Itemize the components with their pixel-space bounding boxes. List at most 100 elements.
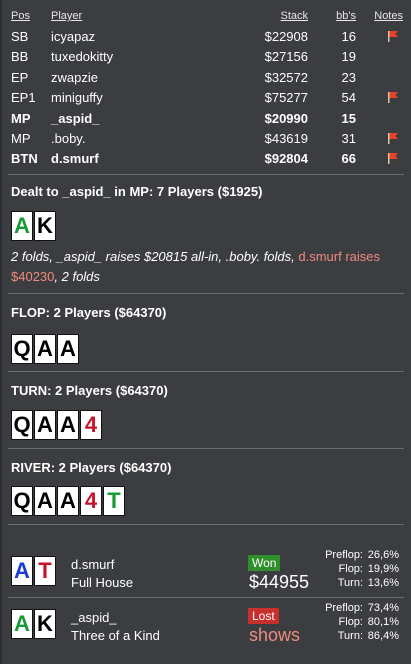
divider xyxy=(8,448,404,449)
equity-value: 73,4% xyxy=(367,602,399,614)
equity-label: Preflop: xyxy=(325,549,363,561)
player-pos: SB xyxy=(11,29,29,44)
actions-text-end: , 2 folds xyxy=(54,269,100,284)
divider xyxy=(8,293,404,294)
flop-title: FLOP: 2 Players ($64370) xyxy=(11,305,167,320)
equity-label: Turn: xyxy=(337,630,363,642)
result-cards: AT xyxy=(11,556,57,586)
result-row: AT d.smurf Full House Won $44955 Preflop… xyxy=(0,548,411,600)
player-name: .boby. xyxy=(51,131,86,146)
equity-stats: Preflop: 26,6% Flop: 19,9% Turn: 13,6% xyxy=(279,548,399,590)
playing-card: A xyxy=(57,334,79,364)
preflop-actions: 2 folds, _aspid_ raises $20815 all-in, .… xyxy=(11,247,401,287)
player-bbs: 19 xyxy=(341,49,356,65)
equity-value: 13,6% xyxy=(367,577,399,589)
player-row[interactable]: BTN d.smurf $92804 66 xyxy=(0,148,411,168)
player-name: _aspid_ xyxy=(51,110,100,126)
flag-icon[interactable] xyxy=(387,132,399,144)
player-row[interactable]: SB icyapaz $22908 16 xyxy=(0,26,411,46)
playing-card: Q xyxy=(11,410,33,440)
won-badge: Won xyxy=(248,555,281,571)
playing-card: Q xyxy=(11,486,33,516)
player-pos: EP xyxy=(11,69,29,85)
divider xyxy=(8,174,404,175)
result-player: _aspid_ xyxy=(71,610,117,625)
player-stack: $27156 xyxy=(264,49,308,65)
playing-card: A xyxy=(11,556,33,586)
player-pos: BTN xyxy=(11,151,38,167)
divider xyxy=(8,371,404,372)
equity-label: Turn: xyxy=(337,577,363,589)
divider xyxy=(8,597,404,598)
equity-value: 80,1% xyxy=(367,616,399,628)
player-row[interactable]: MP _aspid_ $20990 15 xyxy=(0,108,411,128)
header-player[interactable]: Player xyxy=(51,10,82,22)
playing-card: 4 xyxy=(80,486,102,516)
equity-stats: Preflop: 73,4% Flop: 80,1% Turn: 86,4% xyxy=(279,601,399,643)
header-notes[interactable]: Notes xyxy=(374,10,403,22)
player-pos: BB xyxy=(11,49,29,65)
flag-icon[interactable] xyxy=(387,91,399,104)
playing-card: A xyxy=(34,410,56,440)
equity-value: 26,6% xyxy=(367,549,399,561)
header-pos[interactable]: Pos xyxy=(11,10,30,22)
playing-card: T xyxy=(34,556,56,586)
result-hand: Three of a Kind xyxy=(71,628,160,643)
header-bbs[interactable]: bb's xyxy=(336,10,356,22)
player-name: tuxedokitty xyxy=(51,49,114,65)
playing-card: A xyxy=(11,609,33,639)
player-pos: MP xyxy=(11,110,31,126)
player-stack: $20990 xyxy=(264,110,308,126)
preflop-title: Dealt to _aspid_ in MP: 7 Players ($1925… xyxy=(11,184,263,199)
player-bbs: 31 xyxy=(341,131,356,146)
player-bbs: 54 xyxy=(341,90,356,106)
equity-label: Flop: xyxy=(338,616,363,628)
player-row[interactable]: BB tuxedokitty $27156 19 xyxy=(0,46,411,66)
result-hand: Full House xyxy=(71,575,134,590)
playing-card: T xyxy=(103,486,125,516)
playing-card: 4 xyxy=(80,410,102,440)
player-name: zwapzie xyxy=(51,69,98,85)
equity-label: Flop: xyxy=(338,563,363,575)
player-pos: EP1 xyxy=(11,90,36,106)
actions-text: 2 folds, _aspid_ raises $20815 all-in, .… xyxy=(11,249,299,264)
playing-card: Q xyxy=(11,334,33,364)
player-row[interactable]: EP1 miniguffy $75277 54 xyxy=(0,87,411,107)
player-pos: MP xyxy=(11,131,31,146)
result-row: AK _aspid_ Three of a Kind Lost shows Pr… xyxy=(0,601,411,653)
flag-icon[interactable] xyxy=(387,152,399,165)
player-name: d.smurf xyxy=(51,151,99,167)
player-name: icyapaz xyxy=(51,29,96,44)
equity-value: 19,9% xyxy=(367,563,399,575)
flop-cards: QAA xyxy=(11,334,80,364)
turn-cards: QAA4 xyxy=(11,410,103,440)
equity-label: Preflop: xyxy=(325,602,363,614)
player-bbs: 16 xyxy=(341,29,356,44)
divider xyxy=(8,524,404,525)
playing-card: A xyxy=(34,486,56,516)
player-stack: $43619 xyxy=(264,131,308,146)
player-stack: $22908 xyxy=(264,29,308,44)
player-stack: $32572 xyxy=(264,69,308,85)
player-name: miniguffy xyxy=(51,90,103,106)
lost-badge: Lost xyxy=(248,608,279,624)
result-cards: AK xyxy=(11,609,57,639)
player-bbs: 23 xyxy=(341,69,356,85)
playing-card: A xyxy=(34,334,56,364)
playing-card: K xyxy=(34,211,56,241)
flag-icon[interactable] xyxy=(387,30,399,42)
hole-cards: AK xyxy=(11,211,57,241)
player-stack: $92804 xyxy=(264,151,308,167)
player-bbs: 15 xyxy=(341,110,356,126)
player-bbs: 66 xyxy=(341,151,356,167)
river-cards: QAA4T xyxy=(11,486,126,516)
player-row[interactable]: EP zwapzie $32572 23 xyxy=(0,67,411,87)
header-stack[interactable]: Stack xyxy=(280,10,308,22)
result-player: d.smurf xyxy=(71,557,115,572)
playing-card: A xyxy=(11,211,33,241)
playing-card: A xyxy=(57,410,79,440)
turn-title: TURN: 2 Players ($64370) xyxy=(11,383,168,398)
river-title: RIVER: 2 Players ($64370) xyxy=(11,460,172,475)
player-row[interactable]: MP .boby. $43619 31 xyxy=(0,128,411,148)
playing-card: K xyxy=(34,609,56,639)
